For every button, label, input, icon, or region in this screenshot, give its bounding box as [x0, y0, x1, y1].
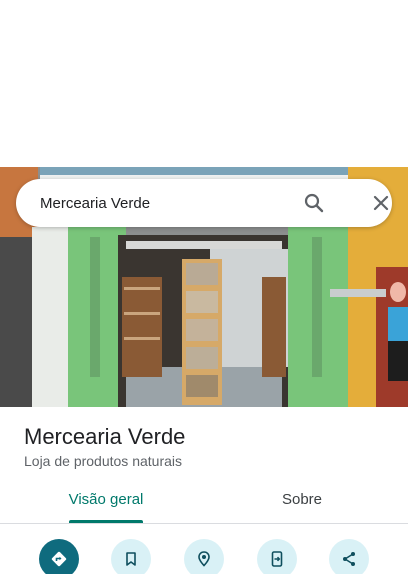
tab-overview[interactable]: Visão geral [40, 482, 172, 524]
clear-search-button[interactable] [370, 192, 392, 214]
active-tab-indicator [69, 520, 143, 523]
search-button[interactable] [302, 191, 326, 215]
tab-overview-label: Visão geral [68, 491, 144, 508]
close-icon [373, 195, 389, 211]
action-buttons [0, 536, 408, 574]
directions-button[interactable] [39, 539, 79, 574]
place-tabs: Visão geral Sobre [0, 482, 408, 524]
tab-about-label: Sobre [281, 491, 323, 508]
map-blank-area [0, 0, 408, 167]
share-icon [343, 552, 355, 566]
search-bar[interactable]: Mercearia Verde [16, 179, 392, 227]
place-name: Mercearia Verde [24, 424, 186, 449]
share-button[interactable] [329, 539, 369, 574]
directions-icon [51, 551, 67, 567]
search-icon [304, 193, 324, 213]
save-button[interactable] [111, 539, 151, 574]
send-to-phone-button[interactable] [257, 539, 297, 574]
save-bookmark-icon [126, 552, 136, 566]
nearby-pin-icon [198, 551, 210, 567]
send-to-phone-icon [271, 551, 283, 567]
place-category: Loja de produtos naturais [24, 453, 182, 469]
tab-about[interactable]: Sobre [236, 482, 368, 524]
nearby-button[interactable] [184, 539, 224, 574]
search-query[interactable]: Mercearia Verde [40, 195, 150, 212]
